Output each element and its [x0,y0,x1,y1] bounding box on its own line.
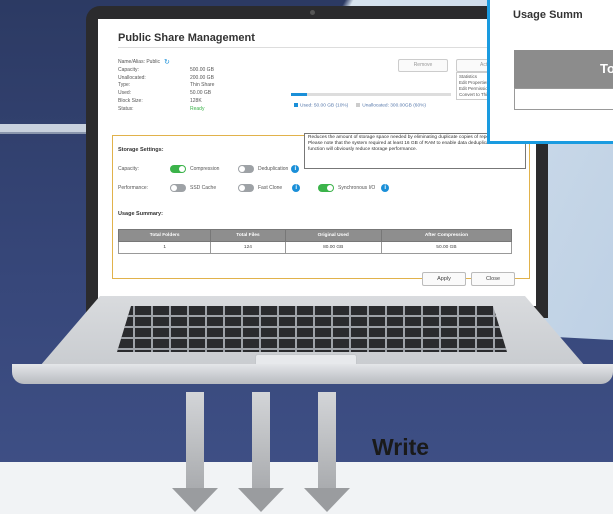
info-icon[interactable]: i [291,165,300,173]
arrow-down-icon [238,488,284,512]
performance-label: Performance: [118,185,149,191]
info-key: Type: [118,82,131,89]
arrow-shaft [186,392,204,492]
laptop-screen: Public Share Management Name/Alias: Publ… [98,19,536,306]
info-key: Capacity: [118,66,139,73]
compression-toggle[interactable] [170,165,186,173]
table-cell: 124 [210,241,286,254]
table-header: Total Files [210,229,286,242]
table-cell: 80.00 GB [284,241,382,254]
info-row: Used: 50.00 GB [118,90,214,98]
synchronous-io-option[interactable]: Synchronous I/O i [318,184,390,192]
compression-option[interactable]: Compression [170,165,219,173]
table-header: Total Folders [117,229,212,242]
arrow-down-icon [304,488,350,512]
synchronous-io-label: Synchronous I/O [338,185,376,191]
legend-used: Used: 50.00 GB (10%) [294,103,348,108]
compression-label: Compression [190,166,220,172]
info-row: Unallocated: 200.00 GB [118,75,214,83]
camera-icon [310,10,315,15]
apply-button[interactable]: Apply [422,272,466,286]
window-title: Public Share Management [118,32,255,44]
deduplication-option[interactable]: Deduplication i [238,165,300,173]
table-header: After Compression [380,229,513,242]
table-row: 1 124 80.00 GB 50.00 GB [117,241,513,254]
info-row: Type: Thin Share [118,82,214,90]
table-cell: 1 [117,241,212,254]
title-divider [118,47,528,48]
zoom-title: Usage Summ [513,9,583,21]
share-info: Name/Alias: Public ↻ Capacity: 500.00 GB … [118,59,214,114]
name-alias-row: Name/Alias: Public ↻ [118,59,214,67]
table-header: Original Used [284,229,382,242]
legend-unallocated: Unallocated: 300.00GB (60%) [356,103,426,108]
usage-bar-fill [291,93,307,96]
arrow-shaft [318,392,336,492]
capacity-label: Capacity: [118,166,139,172]
remove-button[interactable]: Remove [398,59,448,72]
fast-clone-label: Fast Clone [258,185,283,191]
table-cell: 50.00 GB [380,241,513,254]
name-alias-label: Name/Alias: Public [118,59,160,65]
zoom-table-cell [514,88,613,110]
status-value: Ready [190,105,205,112]
info-row: Status: Ready [118,106,214,114]
fast-clone-toggle[interactable] [238,184,254,192]
arrow-shaft [252,392,270,492]
info-key: Unallocated: [118,74,146,81]
zoom-table-header: To [514,50,613,88]
refresh-icon[interactable]: ↻ [164,59,170,67]
info-row: Block Size: 128K [118,98,214,106]
usage-summary-table: Total Folders Total Files Original Used … [117,229,513,254]
deduplication-toggle[interactable] [238,165,254,173]
laptop-keyboard-rows [117,306,507,352]
arrow-down-icon [172,488,218,512]
info-key: Block Size: [118,97,143,104]
table-header-row: Total Folders Total Files Original Used … [117,229,513,242]
close-button[interactable]: Close [471,272,515,286]
storage-settings-label: Storage Settings: [118,147,164,153]
info-icon[interactable]: i [292,184,301,192]
info-key: Used: [118,90,132,97]
write-caption: Write [372,434,430,460]
usage-legend: Used: 50.00 GB (10%) Unallocated: 300.00… [294,103,426,108]
ssd-cache-option[interactable]: SSD Cache [170,184,216,192]
legend-used-label: Used: 50.00 GB (10%) [300,103,349,109]
info-value: 50.00 GB [190,90,212,97]
info-key: Status: [118,105,134,112]
usage-bar [291,93,451,96]
info-row: Capacity: 500.00 GB [118,67,214,75]
info-value: Thin Share [190,82,215,89]
legend-unallocated-label: Unallocated: 300.00GB (60%) [362,103,426,109]
info-value: 128K [190,97,202,104]
info-value: 200.00 GB [190,74,214,81]
ssd-cache-toggle[interactable] [170,184,186,192]
ssd-cache-label: SSD Cache [190,185,217,191]
deduplication-label: Deduplication [258,166,289,172]
info-value: 500.00 GB [190,66,214,73]
info-icon[interactable]: i [381,184,390,192]
laptop-base-front [12,364,613,384]
fast-clone-option[interactable]: Fast Clone i [238,184,301,192]
background-shelf-edge [0,132,100,134]
zoom-callout: Usage Summ To [487,0,613,144]
usage-summary-label: Usage Summary: [118,211,163,217]
synchronous-io-toggle[interactable] [318,184,334,192]
